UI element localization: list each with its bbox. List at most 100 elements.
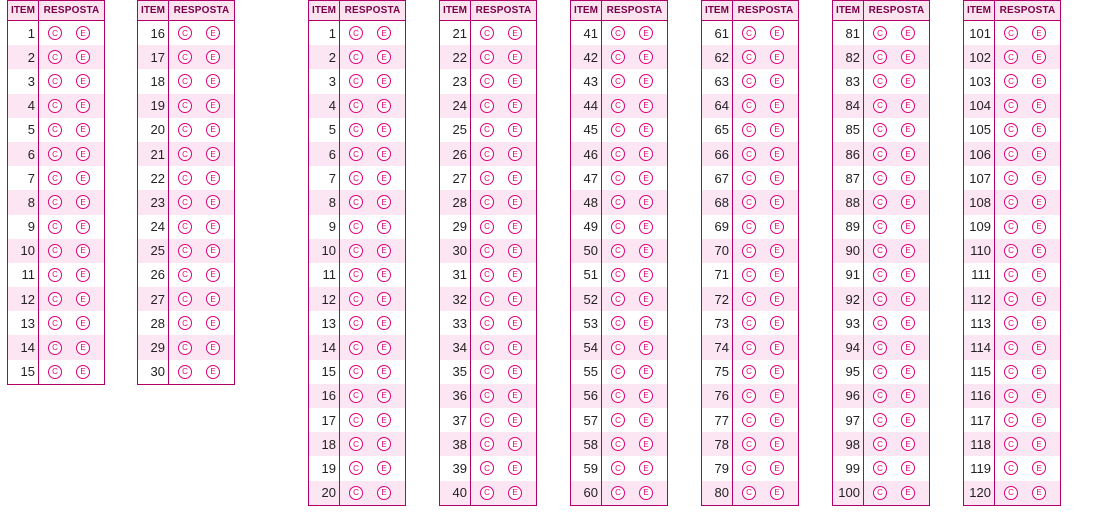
bubble-c[interactable]: C [742, 292, 756, 307]
bubble-e[interactable]: E [508, 195, 522, 210]
bubble-e[interactable]: E [901, 147, 915, 162]
bubble-e[interactable]: E [770, 50, 784, 65]
bubble-c[interactable]: C [1004, 98, 1018, 113]
bubble-c[interactable]: C [48, 98, 62, 113]
bubble-e[interactable]: E [206, 243, 220, 258]
bubble-c[interactable]: C [178, 340, 192, 355]
bubble-c[interactable]: C [48, 171, 62, 186]
bubble-e[interactable]: E [206, 364, 220, 379]
bubble-c[interactable]: C [1004, 461, 1018, 476]
bubble-c[interactable]: C [349, 50, 363, 65]
bubble-c[interactable]: C [480, 413, 494, 428]
bubble-c[interactable]: C [611, 219, 625, 234]
bubble-e[interactable]: E [639, 267, 653, 282]
bubble-c[interactable]: C [349, 26, 363, 41]
bubble-c[interactable]: C [611, 340, 625, 355]
bubble-c[interactable]: C [742, 364, 756, 379]
bubble-e[interactable]: E [508, 171, 522, 186]
bubble-e[interactable]: E [76, 219, 90, 234]
bubble-e[interactable]: E [1032, 74, 1046, 89]
bubble-c[interactable]: C [349, 316, 363, 331]
bubble-e[interactable]: E [508, 316, 522, 331]
bubble-c[interactable]: C [611, 364, 625, 379]
bubble-c[interactable]: C [1004, 195, 1018, 210]
bubble-e[interactable]: E [639, 292, 653, 307]
bubble-e[interactable]: E [508, 122, 522, 137]
bubble-c[interactable]: C [611, 74, 625, 89]
bubble-e[interactable]: E [508, 243, 522, 258]
bubble-e[interactable]: E [508, 388, 522, 403]
bubble-c[interactable]: C [611, 437, 625, 452]
bubble-e[interactable]: E [377, 147, 391, 162]
bubble-c[interactable]: C [349, 485, 363, 500]
bubble-c[interactable]: C [48, 147, 62, 162]
bubble-e[interactable]: E [508, 267, 522, 282]
bubble-c[interactable]: C [742, 267, 756, 282]
bubble-e[interactable]: E [901, 98, 915, 113]
bubble-c[interactable]: C [742, 437, 756, 452]
bubble-c[interactable]: C [742, 147, 756, 162]
bubble-e[interactable]: E [639, 147, 653, 162]
bubble-c[interactable]: C [873, 147, 887, 162]
bubble-e[interactable]: E [770, 461, 784, 476]
bubble-c[interactable]: C [480, 147, 494, 162]
bubble-e[interactable]: E [770, 195, 784, 210]
bubble-c[interactable]: C [178, 171, 192, 186]
bubble-e[interactable]: E [639, 26, 653, 41]
bubble-e[interactable]: E [377, 340, 391, 355]
bubble-e[interactable]: E [76, 171, 90, 186]
bubble-e[interactable]: E [639, 316, 653, 331]
bubble-c[interactable]: C [48, 340, 62, 355]
bubble-e[interactable]: E [901, 340, 915, 355]
bubble-c[interactable]: C [742, 340, 756, 355]
bubble-e[interactable]: E [76, 74, 90, 89]
bubble-e[interactable]: E [770, 219, 784, 234]
bubble-c[interactable]: C [1004, 485, 1018, 500]
bubble-e[interactable]: E [901, 292, 915, 307]
bubble-c[interactable]: C [742, 26, 756, 41]
bubble-c[interactable]: C [178, 267, 192, 282]
bubble-c[interactable]: C [48, 364, 62, 379]
bubble-c[interactable]: C [480, 461, 494, 476]
bubble-c[interactable]: C [1004, 340, 1018, 355]
bubble-c[interactable]: C [349, 98, 363, 113]
bubble-c[interactable]: C [742, 485, 756, 500]
bubble-c[interactable]: C [48, 50, 62, 65]
bubble-c[interactable]: C [611, 50, 625, 65]
bubble-e[interactable]: E [377, 98, 391, 113]
bubble-c[interactable]: C [48, 316, 62, 331]
bubble-c[interactable]: C [873, 316, 887, 331]
bubble-c[interactable]: C [873, 219, 887, 234]
bubble-c[interactable]: C [480, 219, 494, 234]
bubble-c[interactable]: C [873, 171, 887, 186]
bubble-e[interactable]: E [901, 267, 915, 282]
bubble-e[interactable]: E [76, 147, 90, 162]
bubble-c[interactable]: C [480, 267, 494, 282]
bubble-e[interactable]: E [1032, 147, 1046, 162]
bubble-c[interactable]: C [349, 388, 363, 403]
bubble-e[interactable]: E [206, 195, 220, 210]
bubble-c[interactable]: C [178, 243, 192, 258]
bubble-e[interactable]: E [639, 195, 653, 210]
bubble-c[interactable]: C [611, 413, 625, 428]
bubble-e[interactable]: E [377, 171, 391, 186]
bubble-c[interactable]: C [480, 437, 494, 452]
bubble-e[interactable]: E [901, 74, 915, 89]
bubble-e[interactable]: E [770, 267, 784, 282]
bubble-e[interactable]: E [901, 437, 915, 452]
bubble-c[interactable]: C [349, 219, 363, 234]
bubble-c[interactable]: C [873, 26, 887, 41]
bubble-e[interactable]: E [206, 74, 220, 89]
bubble-e[interactable]: E [639, 437, 653, 452]
bubble-e[interactable]: E [1032, 340, 1046, 355]
bubble-e[interactable]: E [206, 122, 220, 137]
bubble-c[interactable]: C [1004, 50, 1018, 65]
bubble-c[interactable]: C [480, 364, 494, 379]
bubble-c[interactable]: C [1004, 292, 1018, 307]
bubble-e[interactable]: E [76, 50, 90, 65]
bubble-e[interactable]: E [901, 364, 915, 379]
bubble-e[interactable]: E [901, 461, 915, 476]
bubble-e[interactable]: E [1032, 98, 1046, 113]
bubble-e[interactable]: E [901, 50, 915, 65]
bubble-c[interactable]: C [48, 26, 62, 41]
